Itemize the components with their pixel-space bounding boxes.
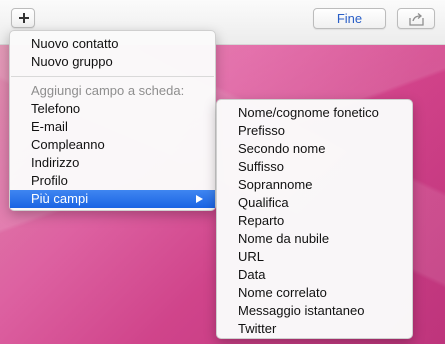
submenu-item-related-name[interactable]: Nome correlato	[217, 284, 412, 302]
menu-item-more-fields[interactable]: Più campi	[10, 190, 215, 208]
done-button[interactable]: Fine	[313, 8, 386, 29]
submenu-item-prefix[interactable]: Prefisso	[217, 122, 412, 140]
menu-separator	[11, 76, 214, 77]
menu-item-new-group[interactable]: Nuovo gruppo	[10, 53, 215, 71]
submenu-item-nickname[interactable]: Soprannome	[217, 176, 412, 194]
submenu-item-job-title[interactable]: Qualifica	[217, 194, 412, 212]
submenu-item-middle-name[interactable]: Secondo nome	[217, 140, 412, 158]
submenu-item-maiden-name[interactable]: Nome da nubile	[217, 230, 412, 248]
submenu-item-url[interactable]: URL	[217, 248, 412, 266]
menu-item-profile[interactable]: Profilo	[10, 172, 215, 190]
submenu-item-phonetic-name[interactable]: Nome/cognome fonetico	[217, 104, 412, 122]
menu-section-header: Aggiungi campo a scheda:	[31, 83, 185, 98]
menu-item-email[interactable]: E-mail	[10, 118, 215, 136]
more-fields-label: Più campi	[31, 191, 89, 206]
menu-item-birthday[interactable]: Compleanno	[10, 136, 215, 154]
menu-item-address[interactable]: Indirizzo	[10, 154, 215, 172]
add-menu: Nuovo contatto Nuovo gruppo Aggiungi cam…	[9, 30, 216, 211]
submenu-arrow-icon	[196, 195, 203, 203]
submenu-item-date[interactable]: Data	[217, 266, 412, 284]
share-button[interactable]	[397, 8, 435, 29]
submenu-item-instant-message[interactable]: Messaggio istantaneo	[217, 302, 412, 320]
add-button[interactable]	[11, 8, 35, 28]
plus-icon	[19, 13, 29, 23]
menu-item-phone[interactable]: Telefono	[10, 100, 215, 118]
submenu-item-twitter[interactable]: Twitter	[217, 320, 412, 338]
submenu-item-suffix[interactable]: Suffisso	[217, 158, 412, 176]
more-fields-submenu: Nome/cognome fonetico Prefisso Secondo n…	[216, 99, 413, 339]
submenu-item-department[interactable]: Reparto	[217, 212, 412, 230]
share-icon	[409, 13, 424, 26]
menu-item-new-contact[interactable]: Nuovo contatto	[10, 35, 215, 53]
